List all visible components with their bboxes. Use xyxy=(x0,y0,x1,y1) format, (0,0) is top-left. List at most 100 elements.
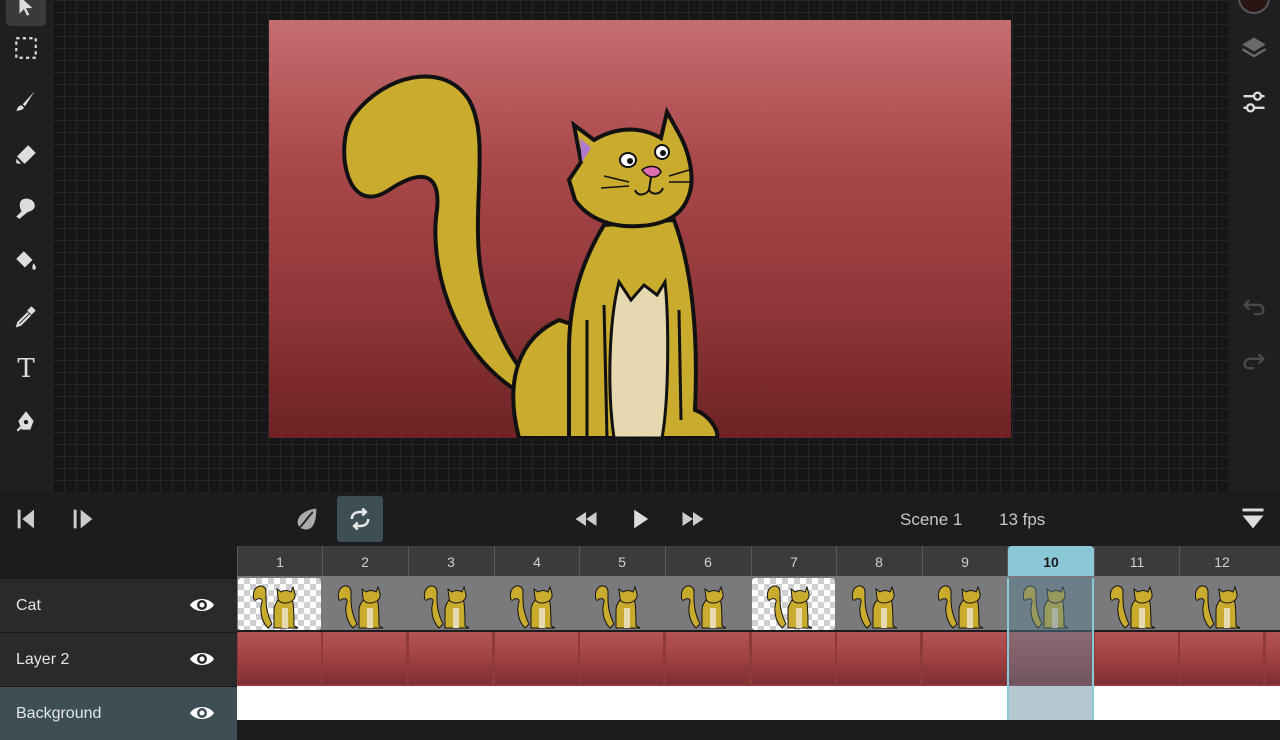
cat-thumbnail-icon xyxy=(1194,585,1241,629)
cat-thumbnail-icon xyxy=(1109,585,1156,629)
frame-number[interactable]: 2 xyxy=(322,546,407,578)
cat-frame-cell[interactable] xyxy=(923,578,1006,630)
color-swatch[interactable] xyxy=(1238,0,1270,14)
cat-thumbnail-icon xyxy=(766,585,813,629)
select-arrow-icon xyxy=(19,0,33,16)
frame-number[interactable]: 1 xyxy=(237,546,322,578)
loop-button[interactable] xyxy=(337,496,383,542)
cat-layer-track[interactable] xyxy=(237,576,1280,630)
layer-name: Cat xyxy=(16,597,41,614)
cat-frame-cell[interactable] xyxy=(495,578,578,630)
eraser-icon xyxy=(15,145,36,166)
cat-thumbnail-icon xyxy=(937,585,984,629)
brush-icon xyxy=(16,91,35,111)
cat-thumbnail-icon xyxy=(423,585,470,629)
layer-2-frame-cell[interactable] xyxy=(1095,632,1178,684)
cat-thumbnail-icon xyxy=(509,585,556,629)
frame-number[interactable]: 12 xyxy=(1179,546,1264,578)
cat-frame-cell[interactable] xyxy=(837,578,920,630)
step-back-icon xyxy=(17,509,34,529)
layer-2-frame-cell[interactable] xyxy=(837,632,920,684)
layer-name: Layer 2 xyxy=(16,651,70,668)
rewind-icon xyxy=(575,512,597,526)
smudge-tool-button[interactable] xyxy=(6,188,46,228)
collapse-timeline-button[interactable] xyxy=(1230,496,1276,542)
layer-2-frame-cell[interactable] xyxy=(238,632,321,684)
cat-frame-cell[interactable] xyxy=(238,578,321,630)
cat-frame-cell[interactable] xyxy=(752,578,835,630)
eraser-tool-button[interactable] xyxy=(6,135,46,175)
eye-icon[interactable] xyxy=(189,702,215,724)
eyedropper-tool-button[interactable] xyxy=(6,296,46,336)
frame-number[interactable]: 4 xyxy=(494,546,579,578)
playhead-column[interactable] xyxy=(1007,578,1094,720)
marquee-tool-button[interactable] xyxy=(6,28,46,68)
eye-icon[interactable] xyxy=(189,594,215,616)
text-tool-icon: T xyxy=(17,354,35,384)
step-forward-icon xyxy=(73,509,93,529)
fast-forward-button[interactable] xyxy=(670,496,716,542)
layer-row-layer-2[interactable]: Layer 2 xyxy=(0,632,237,686)
canvas-area[interactable] xyxy=(52,0,1228,492)
cat-frame-cell[interactable] xyxy=(580,578,663,630)
layer-2-frame-cell[interactable] xyxy=(323,632,406,684)
eye-icon[interactable] xyxy=(189,648,215,670)
layer-2-frame-cell[interactable] xyxy=(495,632,578,684)
adjustments-icon[interactable] xyxy=(1240,88,1268,116)
cat-frame-cell[interactable] xyxy=(323,578,406,630)
layer-2-frame-cell[interactable] xyxy=(1180,632,1263,684)
fill-tool-button[interactable] xyxy=(6,241,46,281)
scene-label[interactable]: Scene 1 xyxy=(900,510,962,530)
frame-number[interactable]: 6 xyxy=(665,546,750,578)
layer-row-background[interactable]: Background xyxy=(0,686,237,740)
frame-number[interactable]: 5 xyxy=(579,546,664,578)
frame-number[interactable]: 8 xyxy=(836,546,921,578)
layer-2-frame-cell[interactable] xyxy=(1266,632,1280,684)
timeline: 1 2 3 4 5 6 7 8 9 10 11 12 Cat Layer 2 B… xyxy=(0,546,1280,740)
layer-2-frame-cell[interactable] xyxy=(580,632,663,684)
fps-label[interactable]: 13 fps xyxy=(999,510,1045,530)
frame-number[interactable]: 9 xyxy=(922,546,1007,578)
layer-2-frame-cell[interactable] xyxy=(409,632,492,684)
onion-skin-button[interactable] xyxy=(284,496,330,542)
loop-icon xyxy=(350,507,370,531)
cat-thumbnail-icon xyxy=(337,585,384,629)
frame-ruler[interactable]: 1 2 3 4 5 6 7 8 9 10 11 12 xyxy=(237,546,1280,578)
layer-2-frame-cell[interactable] xyxy=(752,632,835,684)
current-frame-number[interactable]: 10 xyxy=(1007,546,1094,578)
cat-frame-cell[interactable] xyxy=(1095,578,1178,630)
pen-tool-button[interactable] xyxy=(6,401,46,441)
frame-number[interactable]: 7 xyxy=(751,546,836,578)
prev-frame-button[interactable] xyxy=(4,496,50,542)
play-icon xyxy=(634,509,649,529)
fill-bucket-icon xyxy=(16,251,36,270)
background-track[interactable] xyxy=(237,686,1280,720)
layer-2-track[interactable] xyxy=(237,632,1280,686)
brush-tool-button[interactable] xyxy=(6,81,46,121)
select-tool-button[interactable] xyxy=(6,0,46,26)
cat-drawing xyxy=(342,74,720,438)
layer-2-frame-cell[interactable] xyxy=(923,632,1006,684)
cat-thumbnail-icon xyxy=(680,585,727,629)
frame-number[interactable]: 11 xyxy=(1094,546,1179,578)
cat-frame-cell[interactable] xyxy=(1180,578,1263,630)
next-frame-button[interactable] xyxy=(60,496,106,542)
cat-frame-cell[interactable] xyxy=(409,578,492,630)
cat-frame-cell[interactable] xyxy=(1266,578,1280,630)
artboard[interactable] xyxy=(269,20,1011,438)
rewind-button[interactable] xyxy=(563,496,609,542)
layer-row-cat[interactable]: Cat xyxy=(0,578,237,632)
right-sidebar xyxy=(1228,0,1280,492)
frame-number[interactable]: 3 xyxy=(408,546,493,578)
layer-2-frame-cell[interactable] xyxy=(666,632,749,684)
redo-icon[interactable] xyxy=(1240,346,1268,374)
cat-frame-cell[interactable] xyxy=(666,578,749,630)
onion-skin-icon xyxy=(297,508,317,530)
cat-thumbnail-icon xyxy=(851,585,898,629)
text-tool-button[interactable]: T xyxy=(6,349,46,389)
play-button[interactable] xyxy=(617,496,663,542)
playback-bar: Scene 1 13 fps xyxy=(0,492,1280,546)
cat-thumbnail-icon xyxy=(594,585,641,629)
layers-icon[interactable] xyxy=(1240,34,1268,62)
undo-icon[interactable] xyxy=(1240,292,1268,320)
